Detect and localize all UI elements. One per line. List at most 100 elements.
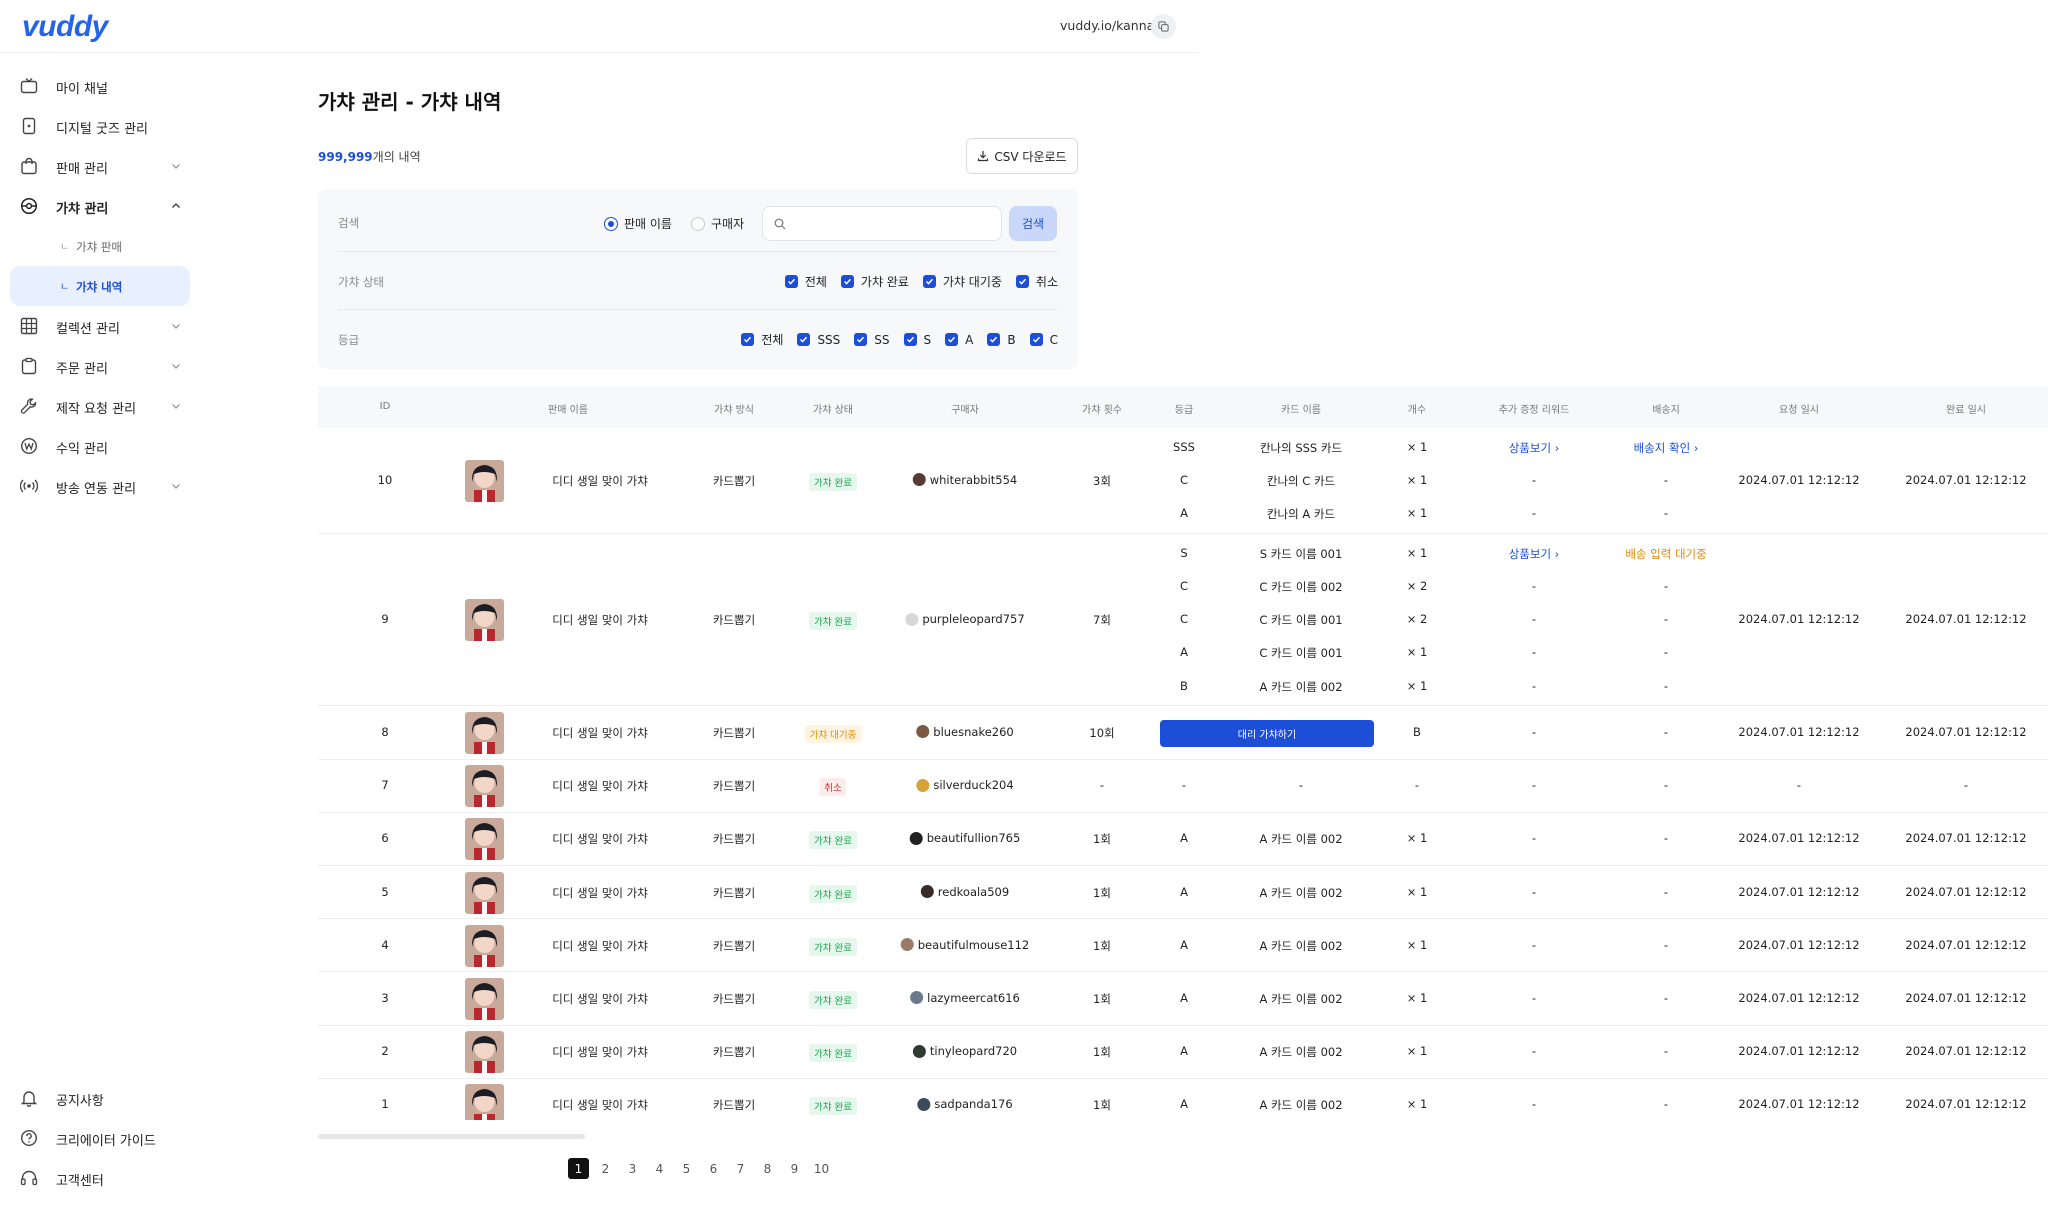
page-4-button[interactable]: 4 bbox=[649, 1158, 670, 1179]
proxy-gacha-button[interactable]: 대리 가챠하기 bbox=[1160, 719, 1374, 747]
page-6-button[interactable]: 6 bbox=[703, 1158, 724, 1179]
filter-label-status: 가챠 상태 bbox=[338, 275, 384, 289]
checkbox-grade-a[interactable]: A bbox=[945, 333, 973, 347]
cell-buyer[interactable]: sadpanda176 bbox=[917, 1097, 1013, 1111]
cell-grade: C bbox=[1179, 612, 1189, 627]
sidebar-item-revenue[interactable]: 수익 관리 bbox=[10, 426, 190, 466]
cell-grade: A bbox=[1180, 884, 1188, 899]
checkbox-status-waiting[interactable]: 가챠 대기중 bbox=[922, 273, 1002, 290]
search-button[interactable]: 검색 bbox=[1009, 206, 1057, 241]
table-row[interactable]: 1 디디 생일 맞이 가챠 카드뽑기 가챠 완료 sadpanda176 1회 A A 카드 … bbox=[318, 1079, 2048, 1120]
radio-checked-icon bbox=[604, 216, 618, 231]
cell-quantity: × 1 bbox=[1406, 439, 1428, 454]
sidebar-item-digital-goods[interactable]: 디지털 굿즈 관리 bbox=[10, 106, 190, 146]
vuddy-logo[interactable]: vuddy bbox=[22, 10, 108, 44]
product-thumbnail bbox=[465, 459, 504, 502]
sidebar-item-gacha[interactable]: 가챠 관리 bbox=[10, 186, 190, 226]
page-9-button[interactable]: 9 bbox=[784, 1158, 805, 1179]
cell-buyer[interactable]: lazymeercat616 bbox=[910, 991, 1020, 1005]
cell-grade: A bbox=[1180, 1044, 1188, 1059]
table-row[interactable]: 5 디디 생일 맞이 가챠 카드뽑기 가챠 완료 redkoala509 1회 A A 카드 … bbox=[318, 866, 2048, 920]
result-count: 999,999개의 내역 bbox=[318, 148, 421, 165]
sidebar-item-sales[interactable]: 판매 관리 bbox=[10, 146, 190, 186]
cell-id: 9 bbox=[381, 612, 389, 627]
help-icon bbox=[20, 1129, 38, 1147]
cell-complete-time: - bbox=[1963, 778, 1969, 793]
cell-quantity: - bbox=[1414, 778, 1420, 793]
cell-grade: A bbox=[1180, 506, 1188, 521]
checkbox-grade-ss[interactable]: SS bbox=[854, 333, 890, 347]
checkbox-grade-all[interactable]: 전체 bbox=[741, 331, 783, 348]
result-count-suffix: 개의 내역 bbox=[372, 150, 421, 164]
cell-buyer[interactable]: beautifulmouse112 bbox=[900, 938, 1029, 952]
sidebar-item-notice[interactable]: 공지사항 bbox=[10, 1078, 190, 1118]
table-row[interactable]: 8 디디 생일 맞이 가챠 카드뽑기 가챠 대기중 bluesnake260 10회 대리 … bbox=[318, 706, 2048, 760]
page-8-button[interactable]: 8 bbox=[757, 1158, 778, 1179]
cell-sale-name: 디디 생일 맞이 가챠 bbox=[552, 613, 648, 628]
sidebar-item-broadcast[interactable]: 방송 연동 관리 bbox=[10, 466, 190, 506]
checkbox-status-cancel[interactable]: 취소 bbox=[1015, 273, 1058, 290]
checkbox-status-done[interactable]: 가챠 완료 bbox=[840, 273, 909, 290]
copy-url-button[interactable] bbox=[1151, 14, 1176, 39]
cell-buyer[interactable]: beautifullion765 bbox=[909, 831, 1020, 845]
table-row[interactable]: 6 디디 생일 맞이 가챠 카드뽑기 가챠 완료 beautifullion765 1회 A… bbox=[318, 813, 2048, 866]
cell-buyer[interactable]: tinyleopard720 bbox=[912, 1044, 1017, 1058]
avatar bbox=[900, 938, 914, 952]
status-badge: 가챠 완료 bbox=[809, 884, 857, 903]
cell-grade: - bbox=[1181, 778, 1187, 793]
page-10-button[interactable]: 10 bbox=[811, 1158, 832, 1179]
sidebar-item-label: 수익 관리 bbox=[56, 442, 108, 457]
page-5-button[interactable]: 5 bbox=[676, 1158, 697, 1179]
sidebar-item-orders[interactable]: 주문 관리 bbox=[10, 346, 190, 386]
cell-quantity: × 1 bbox=[1406, 472, 1428, 487]
checkbox-checked-icon bbox=[784, 275, 798, 288]
horizontal-scrollbar[interactable] bbox=[318, 1134, 585, 1139]
sidebar-subitem-label: 가챠 내역 bbox=[76, 280, 123, 294]
cell-sale-name: 디디 생일 맞이 가챠 bbox=[552, 938, 648, 953]
check-address-link[interactable]: 배송지 확인 › bbox=[1634, 440, 1699, 456]
sidebar-item-my-channel[interactable]: 마이 채널 bbox=[10, 66, 190, 106]
cell-buyer[interactable]: redkoala509 bbox=[920, 885, 1009, 899]
sidebar-item-production-requests[interactable]: 제작 요청 관리 bbox=[10, 386, 190, 426]
checkbox-grade-c[interactable]: C bbox=[1029, 333, 1058, 347]
sidebar-item-label: 주문 관리 bbox=[56, 362, 108, 377]
sidebar-item-creator-guide[interactable]: 크리에이터 가이드 bbox=[10, 1118, 190, 1158]
page-3-button[interactable]: 3 bbox=[622, 1158, 643, 1179]
cell-buyer[interactable]: whiterabbit554 bbox=[912, 473, 1017, 487]
won-icon bbox=[20, 437, 38, 455]
filter-label-grade: 등급 bbox=[338, 333, 360, 347]
cell-buyer[interactable]: silverduck204 bbox=[916, 778, 1014, 792]
page-7-button[interactable]: 7 bbox=[730, 1158, 751, 1179]
checkbox-grade-b[interactable]: B bbox=[987, 333, 1016, 347]
checkbox-grade-s[interactable]: S bbox=[903, 333, 931, 347]
sidebar-subitem-gacha-sale[interactable]: ㄴ 가챠 판매 bbox=[10, 226, 190, 266]
checkbox-checked-icon bbox=[922, 275, 936, 288]
cell-buyer[interactable]: purpleleopard757 bbox=[905, 612, 1025, 626]
table-row[interactable]: 2 디디 생일 맞이 가챠 카드뽑기 가챠 완료 tinyleopard720 1회 A A … bbox=[318, 1026, 2048, 1079]
pagination: 1 2 3 4 5 6 7 8 9 10 bbox=[568, 1158, 832, 1179]
cell-request-time: - bbox=[1796, 778, 1802, 793]
page-2-button[interactable]: 2 bbox=[595, 1158, 616, 1179]
table-row[interactable]: 4 디디 생일 맞이 가챠 카드뽑기 가챠 완료 beautifulmouse112 1회… bbox=[318, 919, 2048, 973]
shipping-pending-text: 배송 입력 대기중 bbox=[1625, 546, 1707, 561]
sidebar-item-collection[interactable]: 컬렉션 관리 bbox=[10, 306, 190, 346]
view-reward-link[interactable]: 상품보기 › bbox=[1509, 546, 1560, 562]
checkbox-grade-sss[interactable]: SSS bbox=[797, 333, 840, 347]
checkbox-status-all[interactable]: 전체 bbox=[784, 273, 827, 290]
radio-buyer[interactable]: 구매자 bbox=[691, 215, 744, 232]
sidebar-item-customer-center[interactable]: 고객센터 bbox=[10, 1158, 190, 1198]
table-row[interactable]: 9 디디 생일 맞이 가챠 카드뽑기 가챠 완료 purpleleopard757 7회 S… bbox=[318, 534, 2048, 707]
page-1-button[interactable]: 1 bbox=[568, 1158, 589, 1179]
table-row[interactable]: 10 디디 생일 맞이 가챠 카드뽑기 가챠 완료 whiterabbit554 3회 SS… bbox=[318, 428, 2048, 534]
cell-buyer[interactable]: bluesnake260 bbox=[916, 725, 1014, 739]
cell-complete-time: 2024.07.01 12:12:12 bbox=[1905, 990, 2027, 1005]
search-input[interactable] bbox=[793, 215, 993, 229]
view-reward-link[interactable]: 상품보기 › bbox=[1509, 440, 1560, 456]
checkbox-checked-icon bbox=[840, 275, 854, 288]
radio-sale-name[interactable]: 판매 이름 bbox=[604, 215, 672, 232]
table-row[interactable]: 7 디디 생일 맞이 가챠 카드뽑기 취소 silverduck204 - - - - - - - - bbox=[318, 760, 2048, 813]
csv-download-button[interactable]: CSV 다운로드 bbox=[966, 138, 1078, 174]
sidebar-subitem-gacha-history[interactable]: ㄴ 가챠 내역 bbox=[10, 266, 190, 306]
table-row[interactable]: 3 디디 생일 맞이 가챠 카드뽑기 가챠 완료 lazymeercat616 1회 A A … bbox=[318, 972, 2048, 1026]
cell-quantity: × 1 bbox=[1406, 884, 1428, 899]
